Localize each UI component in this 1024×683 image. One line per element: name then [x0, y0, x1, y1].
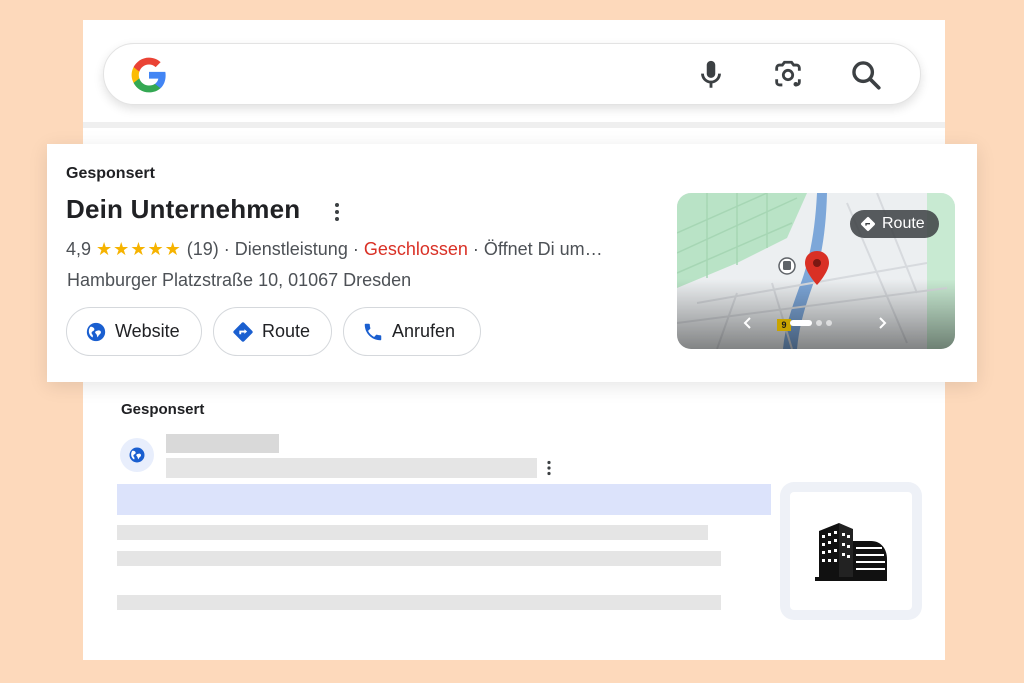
site-favicon	[120, 438, 154, 472]
business-profile-card: Gesponsert Dein Unternehmen 4,9 ★★★★★ (1…	[47, 144, 977, 382]
call-label: Anrufen	[392, 321, 456, 341]
carousel-dot	[826, 320, 832, 326]
website-label: Website	[115, 321, 180, 341]
road-number-badge: 9	[777, 319, 791, 331]
placeholder-headline-link[interactable]	[117, 484, 771, 515]
directions-icon	[233, 321, 253, 342]
carousel-dot-active	[790, 320, 812, 326]
placeholder-site-name	[166, 434, 279, 453]
map-route-label: Route	[882, 215, 925, 232]
chevron-left-icon[interactable]	[740, 315, 756, 331]
result-thumbnail[interactable]	[780, 482, 922, 620]
google-lens-icon[interactable]	[771, 58, 805, 92]
map-route-button[interactable]: Route	[850, 210, 939, 238]
sponsored-label: Gesponsert	[66, 165, 155, 182]
website-button[interactable]: Website	[66, 307, 202, 356]
microphone-icon[interactable]	[694, 58, 728, 92]
star-rating: ★★★★★	[96, 239, 182, 259]
sponsored-label-2: Gesponsert	[121, 401, 205, 418]
globe-icon	[86, 322, 106, 341]
rating-line: 4,9 ★★★★★ (19) · Dienstleistung · Geschl…	[66, 239, 603, 260]
placeholder-description-line	[117, 551, 721, 566]
route-button[interactable]: Route	[213, 307, 332, 356]
thumbnail-frame	[790, 492, 912, 610]
rating-value: 4,9	[66, 239, 92, 259]
more-vert-icon[interactable]	[546, 460, 552, 476]
google-g-logo	[131, 57, 166, 93]
review-count[interactable]: (19)	[187, 239, 219, 259]
office-building-icon	[815, 523, 887, 581]
directions-icon	[861, 217, 875, 231]
phone-icon	[364, 323, 382, 340]
map-thumbnail[interactable]: Route 9	[677, 193, 955, 349]
business-name[interactable]: Dein Unternehmen	[66, 194, 300, 225]
carousel-dots	[790, 320, 832, 326]
search-bar[interactable]	[103, 43, 921, 105]
chevron-right-icon[interactable]	[874, 315, 890, 331]
carousel-dot	[816, 320, 822, 326]
divider-strip	[83, 122, 945, 128]
category: · Dienstleistung ·	[218, 239, 364, 259]
placeholder-description-line	[117, 595, 721, 610]
more-vert-icon[interactable]	[333, 201, 341, 223]
placeholder-description-line	[117, 525, 708, 540]
placeholder-url	[166, 458, 537, 478]
globe-icon	[129, 447, 145, 463]
route-label: Route	[262, 321, 311, 341]
status-closed: Geschlossen	[363, 239, 468, 259]
call-button[interactable]: Anrufen	[343, 307, 481, 356]
address: Hamburger Platzstraße 10, 01067 Dresden	[67, 270, 412, 290]
opening-hours: · Öffnet Di um…	[467, 239, 603, 259]
search-icon[interactable]	[849, 58, 883, 92]
